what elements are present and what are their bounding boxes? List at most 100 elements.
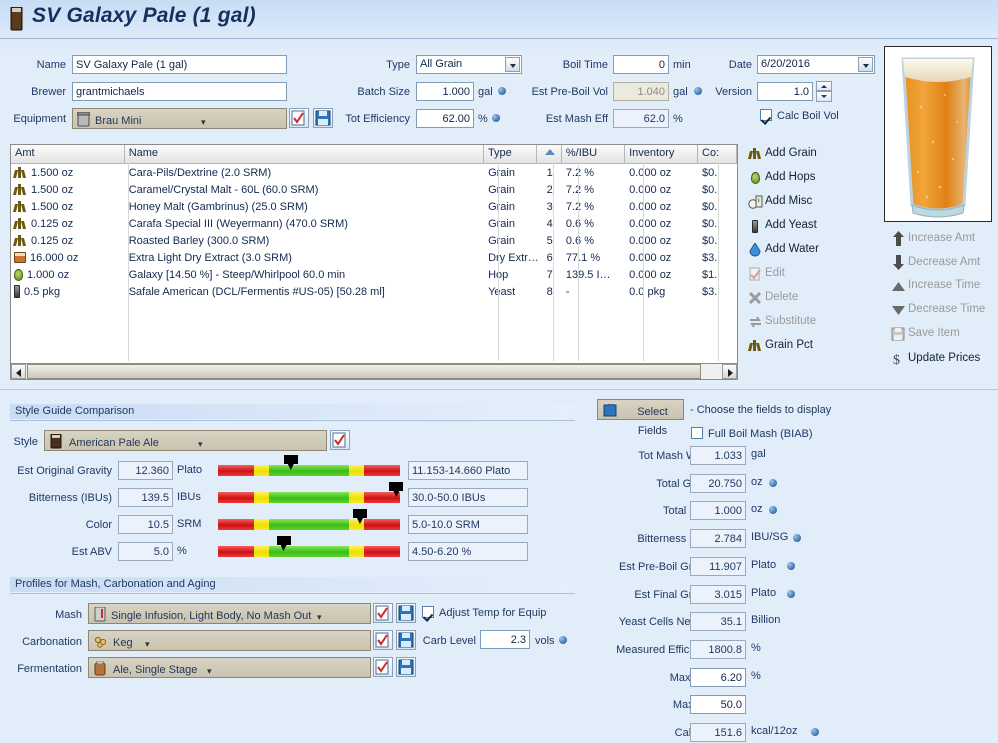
batch-size-input[interactable] — [416, 82, 474, 101]
style-row-unit: IBUs — [177, 491, 201, 503]
table-row[interactable]: 0.125 oz Roasted Barley (300.0 SRM) Grain 5… — [11, 232, 737, 249]
stat-unit: kcal/12oz — [751, 725, 798, 737]
boil-time-label: Boil Time — [562, 59, 608, 71]
action-label: Add Misc — [765, 195, 813, 207]
adjust-temp-checkbox[interactable] — [422, 606, 434, 618]
boil-time-input[interactable] — [613, 55, 669, 74]
date-value: 6/20/2016 — [761, 58, 810, 70]
style-row-label: Color — [85, 519, 112, 531]
table-row[interactable]: 16.000 oz Extra Light Dry Extract (3.0 SR… — [11, 249, 737, 266]
column-header-sort[interactable] — [537, 145, 562, 163]
name-input[interactable] — [72, 55, 287, 74]
cell-order: 6 — [546, 251, 553, 264]
date-picker[interactable]: 6/20/2016 — [757, 55, 875, 74]
carb-level-input[interactable] — [480, 630, 530, 649]
brewer-input[interactable] — [72, 82, 287, 101]
table-row[interactable]: 1.500 oz Cara-Pils/Dextrine (2.0 SRM) Grai… — [11, 164, 737, 181]
action-substitute: Substitute — [745, 315, 816, 329]
cell-type: Dry Extr… — [488, 251, 538, 264]
beer-glass-image — [901, 57, 975, 218]
column-header-cost[interactable]: Co: — [698, 145, 737, 163]
hop-icon — [745, 172, 765, 185]
action-add-grain[interactable]: Add Grain — [745, 147, 817, 161]
stat-value — [690, 723, 746, 742]
cell-inventory: 0.000 oz — [629, 234, 672, 247]
stat-unit: Plato — [751, 587, 777, 599]
stat-value[interactable] — [690, 695, 746, 714]
fermentation-save-button[interactable] — [396, 657, 416, 677]
column-header-inventory[interactable]: Inventory — [625, 145, 699, 163]
version-input[interactable] — [757, 82, 813, 101]
cell-name: Carafa Special III (Weyermann) (470.0 SR… — [128, 217, 348, 230]
select-fields-button[interactable]: Select Fields — [597, 399, 684, 437]
column-header-name[interactable]: Name — [125, 145, 484, 163]
table-row[interactable]: 1.500 oz Honey Malt (Gambrinus) (25.0 SRM… — [11, 198, 737, 215]
action-label: Increase Amt — [908, 232, 976, 244]
style-range-text — [408, 461, 528, 480]
action-increase-amt: Increase Amt — [888, 231, 975, 246]
column-header-pct-ibu[interactable]: %/IBU — [562, 145, 626, 163]
mash-save-button[interactable] — [396, 603, 416, 623]
grain-icon — [745, 340, 765, 353]
scroll-thumb[interactable] — [27, 364, 701, 379]
table-row[interactable]: 1.000 oz Galaxy [14.50 %] - Steep/Whirlpo… — [11, 266, 737, 283]
style-dropdown[interactable]: American Pale Ale ▾ — [44, 430, 327, 451]
equipment-check-button[interactable] — [289, 108, 309, 128]
carbonation-dropdown[interactable]: Keg ▾ — [88, 630, 371, 651]
action-add-yeast[interactable]: Add Yeast — [745, 219, 817, 233]
column-header-type[interactable]: Type — [484, 145, 538, 163]
full-boil-mash-checkbox[interactable] — [691, 427, 703, 439]
action-update-prices[interactable]: $ Update Prices — [888, 351, 980, 368]
action-label: Save Item — [908, 327, 960, 339]
profiles-panel-header: Profiles for Mash, Carbonation and Aging — [10, 577, 575, 594]
stat-value — [690, 612, 746, 631]
batch-size-label: Batch Size — [357, 86, 410, 98]
calc-boil-vol-checkbox[interactable] — [760, 109, 772, 121]
equipment-dropdown[interactable]: Brau Mini ▾ — [72, 108, 287, 129]
action-save-item: Save Item — [888, 327, 960, 341]
action-add-misc[interactable]: Add Misc — [745, 195, 812, 209]
style-range-marker — [283, 455, 298, 470]
scroll-left-arrow[interactable] — [11, 364, 26, 379]
carbonation-label: Carbonation — [22, 636, 82, 648]
carbonation-check-button[interactable] — [373, 630, 393, 650]
grid-horizontal-scrollbar[interactable] — [10, 363, 738, 380]
checklist-icon — [291, 110, 305, 126]
carbonation-save-button[interactable] — [396, 630, 416, 650]
fermentation-dropdown[interactable]: Ale, Single Stage ▾ — [88, 657, 371, 678]
cell-name: Safale American (DCL/Fermentis #US-05) [… — [128, 285, 385, 298]
mash-check-button[interactable] — [373, 603, 393, 623]
fermentation-check-button[interactable] — [373, 657, 393, 677]
puzzle-piece-icon — [603, 404, 617, 417]
boil-time-unit: min — [673, 59, 691, 71]
carb-level-status-dot — [559, 636, 567, 644]
carb-level-unit: vols — [535, 635, 555, 647]
table-row[interactable]: 1.500 oz Caramel/Crystal Malt - 60L (60.0… — [11, 181, 737, 198]
cell-inventory: 0.000 oz — [629, 251, 672, 264]
action-add-hops[interactable]: Add Hops — [745, 171, 816, 185]
mash-value: Single Infusion, Light Body, No Mash Out — [111, 610, 312, 622]
cell-inventory: 0.0 pkg — [629, 285, 666, 298]
stat-value[interactable] — [690, 668, 746, 687]
version-spinner[interactable] — [816, 81, 832, 102]
ingredients-grid[interactable]: Amt Name Type %/IBU Inventory Co: 1.500 … — [10, 144, 738, 379]
action-add-water[interactable]: Add Water — [745, 242, 819, 257]
cell-amt: 1.500 oz — [11, 167, 125, 179]
style-row-label: Est ABV — [71, 546, 112, 558]
mash-dropdown[interactable]: Single Infusion, Light Body, No Mash Out… — [88, 603, 371, 624]
scroll-right-arrow[interactable] — [722, 364, 737, 379]
stat-value — [690, 557, 746, 576]
column-header-amt[interactable]: Amt — [11, 145, 125, 163]
table-row[interactable]: 0.5 pkg Safale American (DCL/Fermentis #U… — [11, 283, 737, 300]
action-label: Add Yeast — [765, 219, 817, 231]
action-grain-pct[interactable]: Grain Pct — [745, 339, 813, 353]
arrow-down-icon — [888, 255, 908, 270]
style-check-button[interactable] — [330, 430, 350, 450]
page-title: SV Galaxy Pale (1 gal) — [32, 4, 256, 27]
tot-efficiency-input[interactable] — [416, 109, 474, 128]
triangle-down-icon — [888, 305, 908, 317]
table-row[interactable]: 0.125 oz Carafa Special III (Weyermann) (… — [11, 215, 737, 232]
equipment-value: Brau Mini — [95, 115, 142, 127]
beer-color-preview — [884, 46, 992, 222]
cell-amt: 0.5 pkg — [11, 285, 125, 298]
